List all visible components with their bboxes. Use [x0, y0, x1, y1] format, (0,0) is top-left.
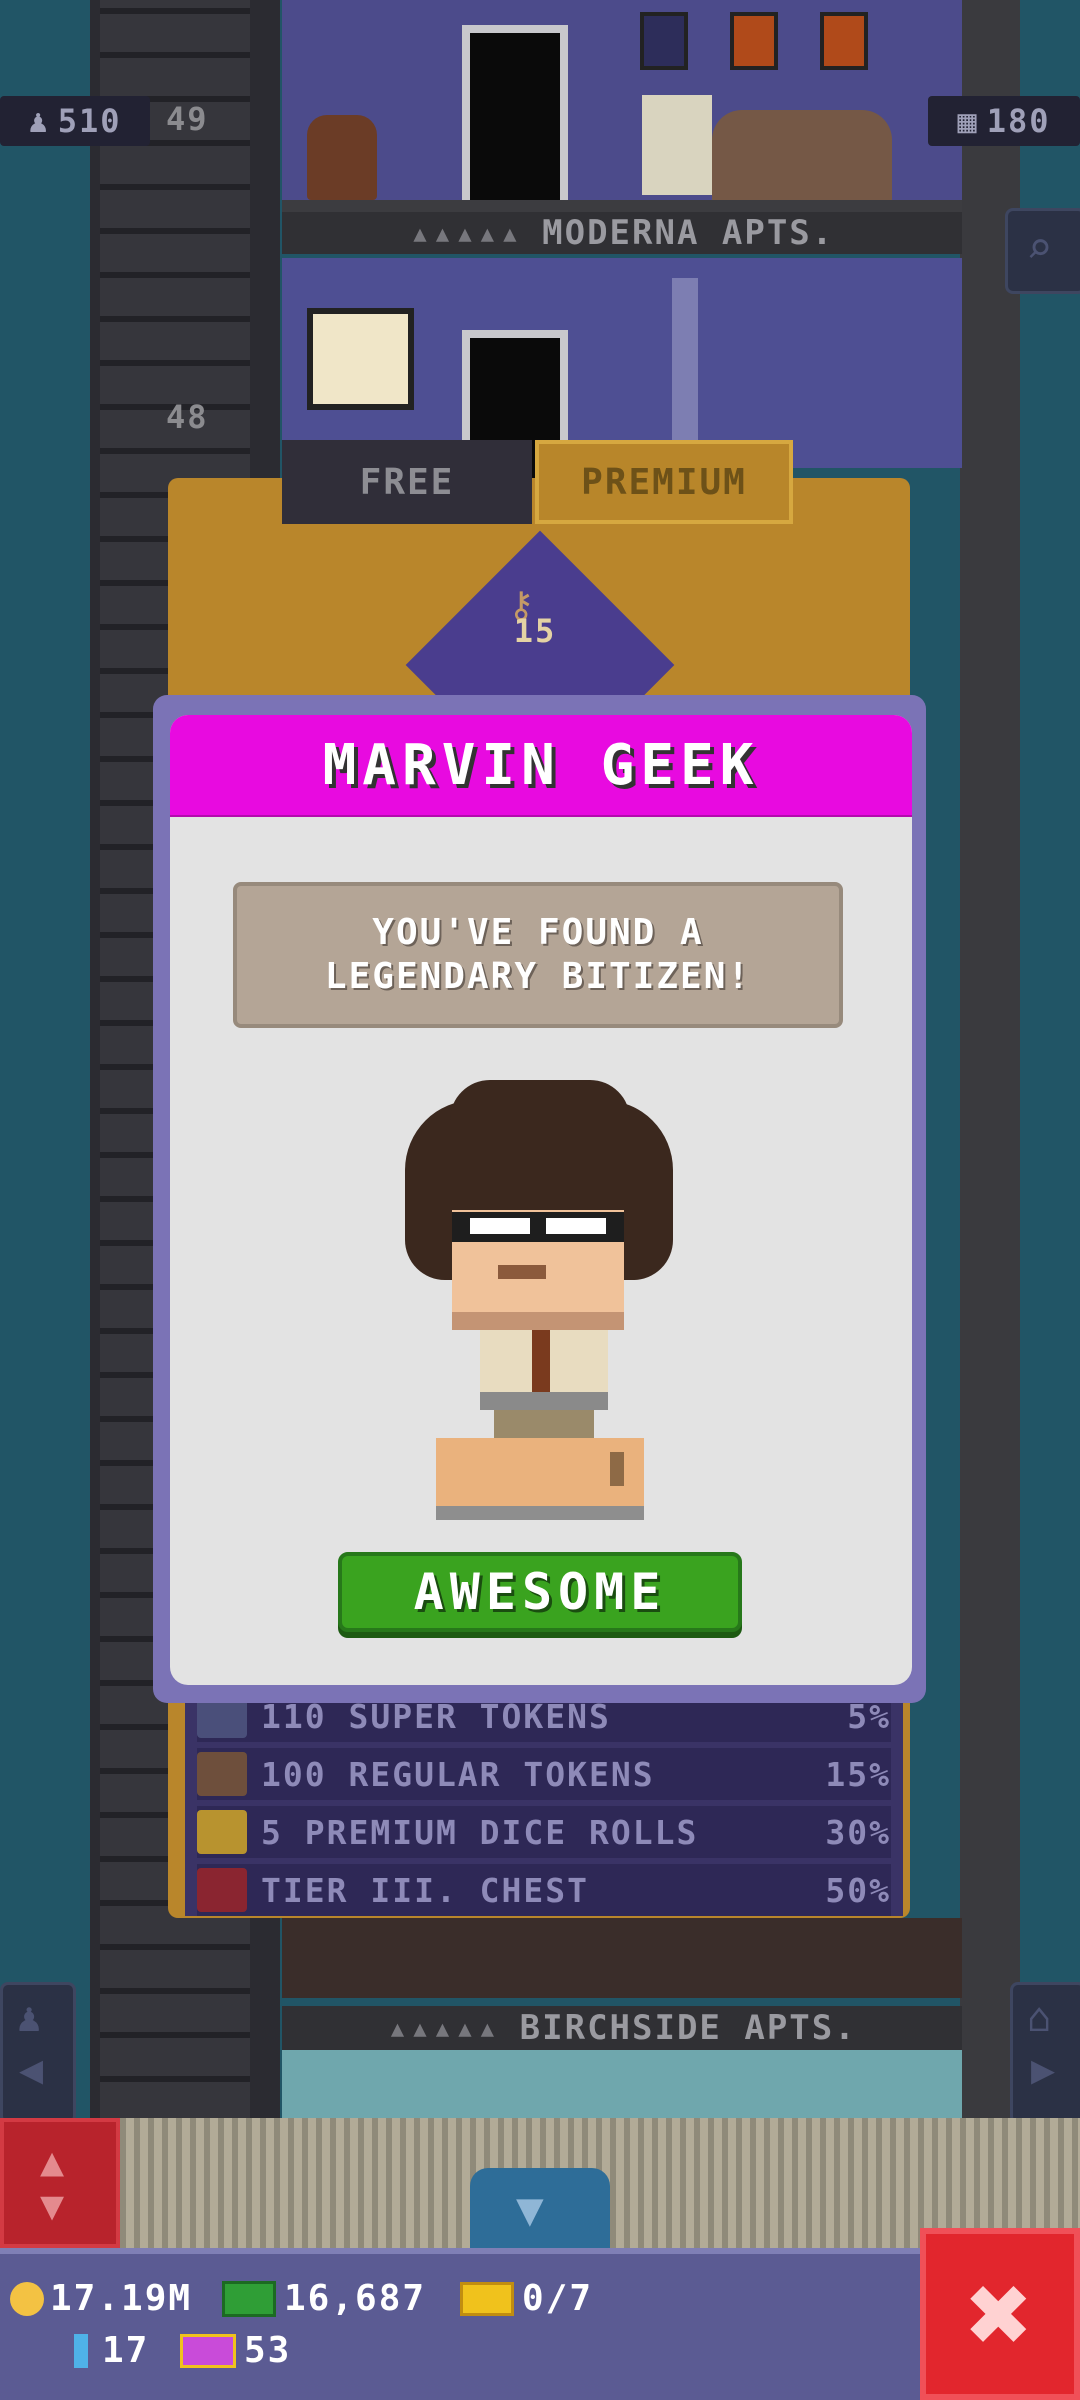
awesome-button[interactable]: AWESOME — [338, 1552, 742, 1632]
close-icon: ✖ — [966, 2250, 1034, 2378]
tickets-value: 0/7 — [522, 2278, 594, 2319]
floor-label: ▴▴▴▴▴ BIRCHSIDE APTS. — [282, 2006, 962, 2050]
floor-counter[interactable]: ▦ 180 — [928, 96, 1080, 146]
ticket-icon — [460, 2281, 514, 2316]
dice-icon — [197, 1810, 247, 1854]
key-token-icon — [74, 2333, 88, 2368]
reward-percent: 15% — [825, 1754, 891, 1794]
floor-label-text: BIRCHSIDE APTS. — [519, 2008, 857, 2048]
scroll-down-button[interactable]: ▼ — [470, 2168, 610, 2248]
reward-percent: 30% — [825, 1812, 891, 1852]
coin-icon — [10, 2281, 44, 2316]
population-value: 510 — [57, 102, 122, 140]
list-item: 100 REGULAR TOKENS 15% — [197, 1748, 891, 1800]
search-icon: ⌕ — [1026, 223, 1053, 274]
dialog-title: MARVIN GEEK — [322, 732, 760, 798]
reward-percent: 50% — [825, 1870, 891, 1910]
dialog-message: YOU'VE FOUND A LEGENDARY BITIZEN! — [233, 882, 843, 1028]
chest-icon — [197, 1868, 247, 1912]
golden-tickets-value: 53 — [244, 2330, 292, 2371]
keys-value: 17 — [102, 2330, 150, 2371]
elevator-arrows-icon: ▲ ▼ — [40, 2139, 65, 2229]
keys-display[interactable]: 17 — [74, 2330, 149, 2371]
key-icon — [197, 1752, 247, 1796]
coins-value: 17.19M — [50, 2278, 193, 2319]
arrow-right-icon: ▶ — [1031, 2047, 1056, 2093]
floor-label-text: MODERNA APTS. — [542, 213, 835, 253]
golden-ticket-icon — [180, 2333, 236, 2368]
tie — [532, 1330, 550, 1400]
list-item: 5 PREMIUM DICE ROLLS 30% — [197, 1806, 891, 1858]
arrow-left-icon: ◀ — [19, 2047, 44, 2093]
home-button[interactable]: ⌂ ▶ — [1010, 1982, 1080, 2124]
close-button[interactable]: ✖ — [920, 2228, 1080, 2400]
floor-rating-icon: ▴▴▴▴▴ — [387, 2008, 500, 2048]
floor-count-value: 180 — [986, 102, 1051, 140]
wall-picture — [730, 12, 778, 70]
floor-rating-icon: ▴▴▴▴▴ — [409, 213, 523, 253]
message-line: YOU'VE FOUND A — [372, 912, 704, 953]
tab-premium[interactable]: PREMIUM — [535, 440, 793, 524]
status-bar — [0, 2248, 1080, 2400]
golden-tickets-display[interactable]: 53 — [180, 2330, 291, 2371]
bitizen-character — [400, 1080, 680, 1520]
tab-free[interactable]: FREE — [282, 440, 532, 524]
bux-value: 16,687 — [284, 2278, 427, 2319]
person-icon: ♟ — [17, 1995, 42, 2041]
population-icon: ♟ — [28, 102, 50, 140]
message-line: LEGENDARY BITIZEN! — [324, 956, 752, 997]
dialog-header: MARVIN GEEK — [170, 715, 912, 815]
visit-button[interactable]: ♟ ◀ — [0, 1982, 76, 2124]
home-icon: ⌂ — [1027, 1995, 1052, 2041]
elevator-button[interactable]: ▲ ▼ — [0, 2118, 120, 2248]
reward-label: 100 REGULAR TOKENS — [261, 1754, 655, 1794]
reward-tier-count: 15 — [513, 612, 557, 650]
tower-pillar — [960, 0, 1020, 2120]
wall-picture — [640, 12, 688, 70]
floor-apartment[interactable] — [282, 258, 962, 488]
floor-moderna-apts[interactable] — [282, 0, 962, 210]
computer-desk — [642, 95, 712, 195]
tickets-display[interactable]: 0/7 — [460, 2278, 593, 2319]
building-icon: ▦ — [957, 102, 979, 140]
population-counter[interactable]: ♟ 510 — [0, 96, 150, 146]
bux-icon — [222, 2280, 276, 2317]
search-button[interactable]: ⌕ — [1005, 208, 1080, 294]
floor-apartment[interactable] — [282, 1918, 962, 1998]
furniture-sofa — [307, 115, 377, 200]
list-item: TIER III. CHEST 50% — [197, 1864, 891, 1916]
reward-label: 5 PREMIUM DICE ROLLS — [261, 1812, 699, 1852]
reward-list: 110 SUPER TOKENS 5% 100 REGULAR TOKENS 1… — [185, 1690, 903, 1916]
chevron-down-icon: ▼ — [516, 2182, 544, 2236]
floor-number: 48 — [166, 398, 209, 436]
wall-picture — [820, 12, 868, 70]
bitizen-group — [712, 110, 892, 200]
floor-apartment[interactable] — [282, 2050, 962, 2120]
reward-label: TIER III. CHEST — [261, 1870, 590, 1910]
floor-number: 49 — [166, 100, 209, 138]
floor-label: ▴▴▴▴▴ MODERNA APTS. — [282, 212, 962, 254]
coins-display[interactable]: 17.19M — [10, 2278, 192, 2319]
bux-display[interactable]: 16,687 — [222, 2278, 426, 2319]
